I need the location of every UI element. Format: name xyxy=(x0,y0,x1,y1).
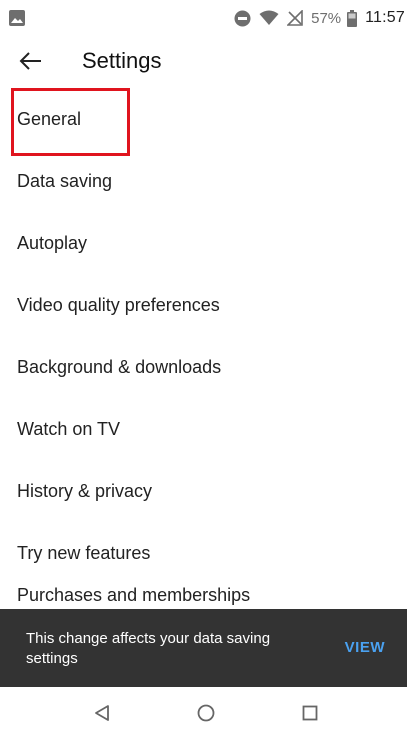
settings-item-history-privacy[interactable]: History & privacy xyxy=(0,460,407,522)
settings-item-video-quality[interactable]: Video quality preferences xyxy=(0,274,407,336)
page-title: Settings xyxy=(82,48,162,73)
snackbar-message: This change affects your data saving set… xyxy=(26,630,271,667)
highlight-annotation xyxy=(11,88,130,156)
settings-item-watch-on-tv[interactable]: Watch on TV xyxy=(0,398,407,460)
app-bar: Settings xyxy=(0,36,407,86)
settings-list: General Data saving Autoplay Video quali… xyxy=(0,88,407,606)
settings-item-data-saving[interactable]: Data saving xyxy=(0,150,407,212)
arrow-back-icon xyxy=(19,52,41,70)
clock: 11:57 xyxy=(365,9,405,26)
back-triangle-icon[interactable] xyxy=(91,702,113,724)
settings-item-autoplay[interactable]: Autoplay xyxy=(0,212,407,274)
recents-square-icon[interactable] xyxy=(299,702,321,724)
snackbar-view-button[interactable]: VIEW xyxy=(345,639,385,656)
image-icon xyxy=(9,10,25,31)
no-signal-icon xyxy=(287,10,303,26)
navigation-bar xyxy=(0,687,407,737)
status-bar: 57% 11:57 xyxy=(0,0,407,36)
battery-icon xyxy=(347,9,358,27)
battery-percent: 57% xyxy=(311,9,342,27)
home-circle-icon[interactable] xyxy=(195,702,217,724)
settings-item-purchases[interactable]: Purchases and memberships xyxy=(0,584,407,606)
snackbar: This change affects your data saving set… xyxy=(0,609,407,687)
wifi-icon xyxy=(259,10,279,26)
settings-item-background-downloads[interactable]: Background & downloads xyxy=(0,336,407,398)
settings-item-try-new-features[interactable]: Try new features xyxy=(0,522,407,584)
back-button[interactable] xyxy=(16,46,46,76)
do-not-disturb-icon xyxy=(234,10,251,27)
